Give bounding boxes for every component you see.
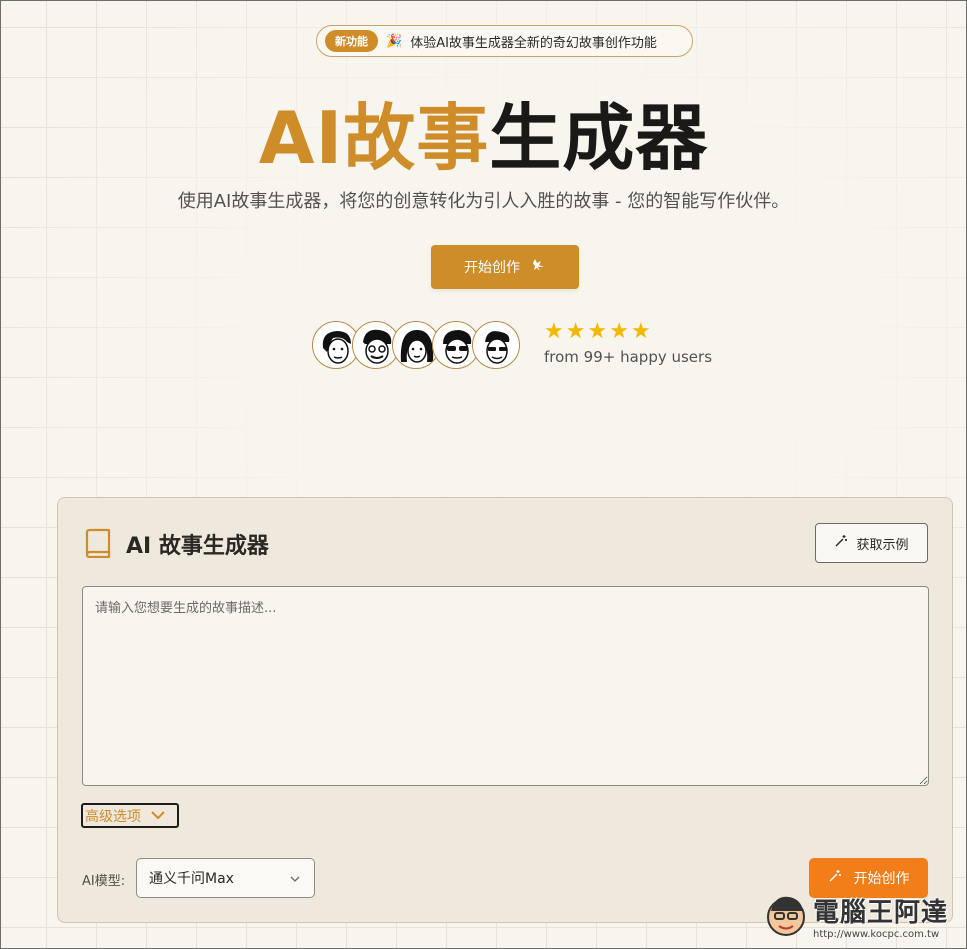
announcement-pill[interactable]: 新功能 🎉 体验AI故事生成器全新的奇幻故事创作功能 [316,25,693,57]
chevron-down-icon [290,870,300,886]
model-label: AI模型: [82,874,126,889]
star-icon: ★ [609,319,629,344]
happy-users-text: from 99+ happy users [544,348,713,366]
party-popper-icon: 🎉 [386,33,403,49]
star-icon: ★ [587,319,608,344]
story-generator-card: AI 故事生成器 获取示例 高级选项 AI模型: 通义千问Max 开始创作 [57,497,953,923]
generator-title: AI 故事生成器 [126,534,269,559]
book-icon [84,528,112,562]
model-select-value: 通义千问Max [149,871,234,887]
new-feature-badge: 新功能 [325,30,378,52]
magic-wand-icon [532,258,546,276]
site-watermark: 電腦王阿達 http://www.kocpc.com.tw [763,887,963,945]
chevron-down-icon [151,808,165,824]
watermark-url: http://www.kocpc.com.tw [813,929,940,940]
avatar [472,321,520,369]
hero-title: AI故事生成器 [1,79,966,184]
user-avatars [312,321,520,369]
hero-subtitle: 使用AI故事生成器，将您的创意转化为引人入胜的故事 - 您的智能写作伙伴。 [177,191,790,212]
star-icon: ★ [544,319,564,344]
rating-stars: ★ ★ ★ ★ ★ [544,319,651,344]
get-example-label: 获取示例 [856,537,909,553]
magic-wand-icon [828,869,842,887]
watermark-name: 電腦王阿達 [813,898,949,928]
story-prompt-input[interactable] [82,586,929,786]
model-select[interactable]: 通义千问Max [136,858,315,898]
hero-title-accent: AI故事 [258,96,490,180]
announcement-text: 体验AI故事生成器全新的奇幻故事创作功能 [410,35,657,51]
star-icon: ★ [565,319,586,344]
magic-wand-icon [834,534,848,552]
advanced-options-toggle[interactable]: 高级选项 [81,803,179,828]
hero-title-dark: 生成器 [489,96,709,180]
start-creating-label: 开始创作 [464,260,520,276]
star-icon: ★ [630,319,651,344]
start-creating-button[interactable]: 开始创作 [431,245,579,289]
generate-story-label: 开始创作 [853,871,910,887]
get-example-button[interactable]: 获取示例 [815,523,928,563]
advanced-options-label: 高级选项 [85,808,141,825]
mascot-logo [763,889,809,943]
